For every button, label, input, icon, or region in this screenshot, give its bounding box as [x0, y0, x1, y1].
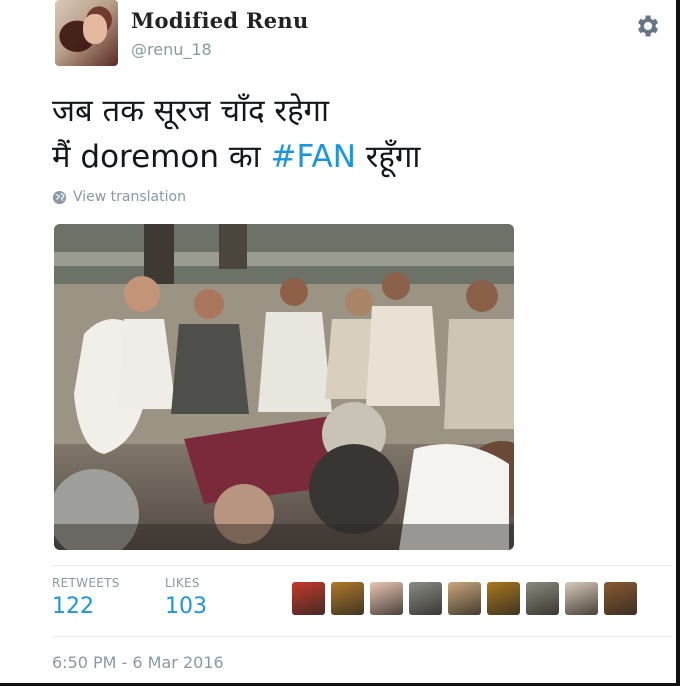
retweets-count[interactable]: 122: [52, 594, 94, 619]
liker-avatar-6[interactable]: [487, 582, 520, 615]
liker-avatar-5[interactable]: [448, 582, 481, 615]
tweet-text-line-1: जब तक सूरज चाँद रहेगा: [52, 93, 330, 129]
liker-avatar-1[interactable]: [292, 582, 325, 615]
display-name[interactable]: Modified Renu: [131, 8, 309, 33]
likes-label: LIKES: [165, 576, 200, 590]
liker-avatar-9[interactable]: [604, 582, 637, 615]
screenshot-border-right: [676, 0, 680, 686]
stats-divider-top: [52, 565, 672, 566]
globe-icon: [52, 190, 67, 204]
liker-avatar-4[interactable]: [409, 582, 442, 615]
profile-avatar[interactable]: [55, 0, 118, 66]
liker-avatar-7[interactable]: [526, 582, 559, 615]
likers-avatars: [292, 582, 637, 616]
tweet-photo-image: [54, 224, 514, 550]
hashtag-link[interactable]: #FAN: [271, 139, 356, 175]
tweet-timestamp[interactable]: 6:50 PM - 6 Mar 2016: [52, 653, 224, 672]
tweet-photo[interactable]: [54, 224, 514, 550]
username[interactable]: @renu_18: [131, 40, 212, 59]
view-translation-label[interactable]: View translation: [73, 189, 186, 205]
tweet-text-line-2-start: मैं doremon का: [52, 139, 271, 175]
retweets-label: RETWEETS: [52, 576, 120, 590]
avatar-face: [83, 14, 107, 44]
view-translation-link[interactable]: View translation: [52, 189, 186, 205]
likes-count[interactable]: 103: [165, 594, 207, 619]
liker-avatar-3[interactable]: [370, 582, 403, 615]
tweet-text-line-2-end: रहूँगा: [355, 139, 421, 175]
liker-avatar-2[interactable]: [331, 582, 364, 615]
gear-icon[interactable]: [633, 12, 661, 40]
tweet-text-line-2: मैं doremon का #FAN रहूँगा: [52, 134, 612, 180]
tweet-card: Modified Renu @renu_18 जब तक सूरज चाँद र…: [0, 0, 676, 683]
liker-avatar-8[interactable]: [565, 582, 598, 615]
stats-divider-bottom: [52, 636, 672, 637]
tweet-text: जब तक सूरज चाँद रहेगा मैं doremon का #FA…: [52, 88, 612, 180]
